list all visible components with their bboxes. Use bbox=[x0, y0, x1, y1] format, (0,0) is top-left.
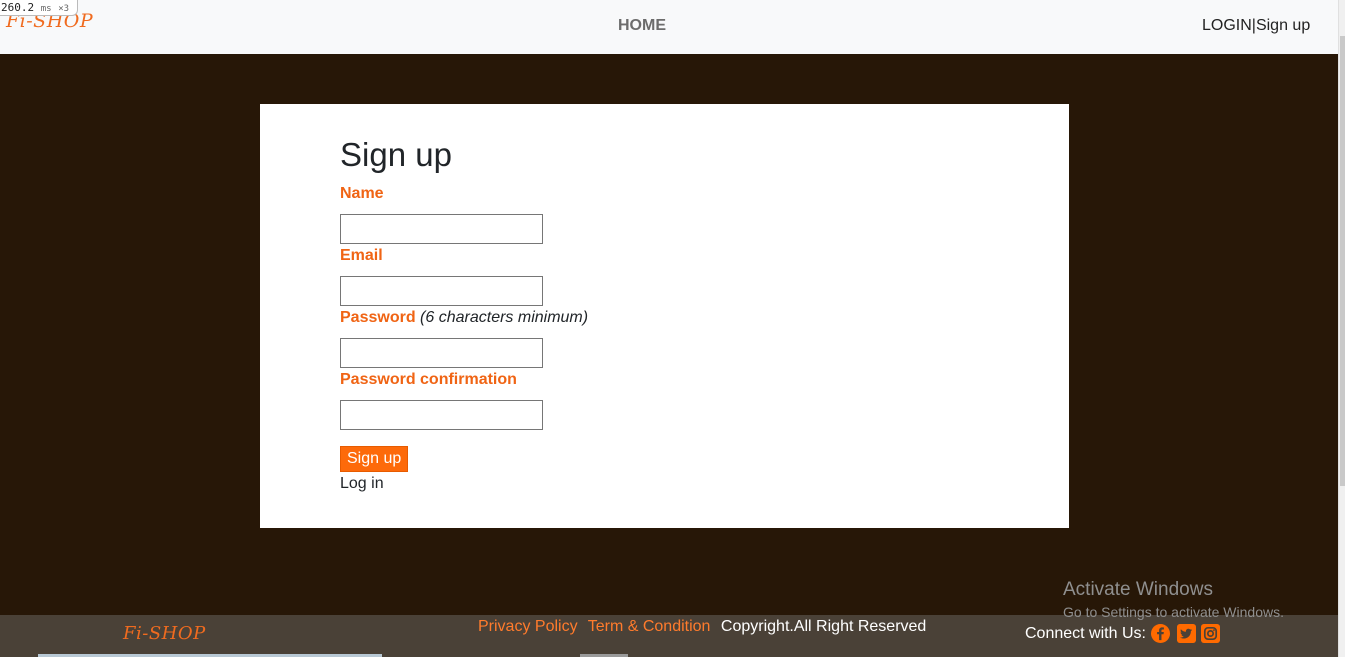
twitter-icon[interactable] bbox=[1177, 624, 1196, 643]
password-confirmation-label: Password confirmation bbox=[340, 371, 517, 388]
password-label-row: Password (6 characters minimum) bbox=[340, 309, 588, 327]
page-scrollbar[interactable] bbox=[1338, 0, 1345, 657]
timer-value: 260.2 bbox=[1, 1, 35, 14]
terms-link[interactable]: Term & Condition bbox=[588, 618, 711, 635]
password-label: Password bbox=[340, 309, 416, 326]
nav-login-signup-link[interactable]: LOGIN|Sign up bbox=[1202, 17, 1310, 35]
timer-unit: ms bbox=[40, 4, 52, 14]
main-content: Sign up Name Email Password (6 character… bbox=[0, 54, 1338, 615]
page-title: Sign up bbox=[340, 136, 452, 173]
password-hint: (6 characters minimum) bbox=[420, 309, 589, 326]
nav-home-link[interactable]: HOME bbox=[618, 17, 666, 35]
connect-label: Connect with Us: bbox=[1025, 625, 1146, 642]
password-confirmation-field[interactable] bbox=[340, 400, 543, 430]
privacy-policy-link[interactable]: Privacy Policy bbox=[478, 618, 578, 635]
watermark-subtitle: Go to Settings to activate Windows. bbox=[1063, 604, 1284, 620]
copyright-text: Copyright.All Right Reserved bbox=[720, 618, 927, 635]
footer-brand-logo[interactable]: Fi-SHOP bbox=[123, 623, 206, 644]
windows-activation-watermark: Activate Windows Go to Settings to activ… bbox=[1063, 579, 1284, 620]
watermark-title: Activate Windows bbox=[1063, 579, 1213, 600]
email-field[interactable] bbox=[340, 276, 543, 306]
navbar: Fi-SHOP 260.2 ms ×3 HOME LOGIN|Sign up bbox=[0, 0, 1338, 54]
footer: Fi-SHOP Privacy Policy Term & Condition … bbox=[0, 615, 1338, 657]
name-field[interactable] bbox=[340, 214, 543, 244]
name-label: Name bbox=[340, 185, 384, 202]
login-link[interactable]: Log in bbox=[340, 475, 384, 493]
signup-card: Sign up Name Email Password (6 character… bbox=[260, 104, 1069, 528]
signup-button[interactable]: Sign up bbox=[340, 446, 409, 472]
footer-links: Privacy Policy Term & Condition Copyrigh… bbox=[478, 618, 926, 636]
scrollbar-thumb[interactable] bbox=[1340, 36, 1345, 486]
timer-multiplier: ×3 bbox=[58, 4, 70, 14]
password-field[interactable] bbox=[340, 338, 543, 368]
instagram-icon[interactable] bbox=[1201, 624, 1220, 643]
email-label: Email bbox=[340, 247, 383, 264]
facebook-icon[interactable] bbox=[1151, 624, 1170, 643]
perf-timer-badge: 260.2 ms ×3 bbox=[0, 0, 79, 16]
